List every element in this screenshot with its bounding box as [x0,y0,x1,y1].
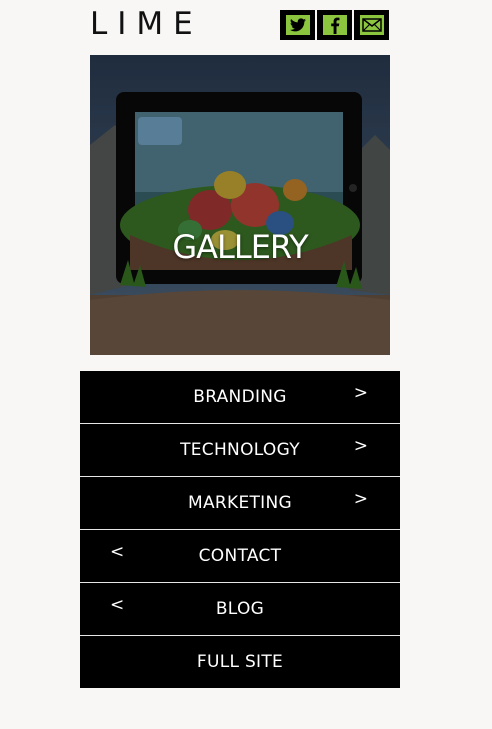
nav-item-marketing[interactable]: MARKETING > [80,477,400,530]
nav-item-blog[interactable]: < BLOG [80,583,400,636]
mail-icon [359,15,384,35]
facebook-icon [322,15,347,35]
chevron-right-icon: > [353,383,368,403]
nav-item-label: CONTACT [198,546,282,566]
nav-item-label: TECHNOLOGY [180,440,300,460]
logo[interactable]: LIME [90,6,203,42]
chevron-right-icon: > [353,489,368,509]
twitter-icon [285,15,310,35]
nav-item-label: MARKETING [188,493,292,513]
social-links [280,10,389,40]
nav-item-label: FULL SITE [196,652,284,672]
gallery-title: GALLERY [172,228,308,266]
nav-item-label: BLOG [215,599,265,619]
nav-item-full-site[interactable]: FULL SITE [80,636,400,688]
nav-item-technology[interactable]: TECHNOLOGY > [80,424,400,477]
gallery-hero-image [90,55,390,355]
nav-item-contact[interactable]: < CONTACT [80,530,400,583]
nav-item-branding[interactable]: BRANDING > [80,371,400,424]
main-nav: BRANDING > TECHNOLOGY > MARKETING > < CO… [80,371,400,688]
twitter-button[interactable] [280,10,315,40]
chevron-left-icon: < [110,542,125,562]
mail-button[interactable] [354,10,389,40]
chevron-left-icon: < [110,595,125,615]
chevron-right-icon: > [353,436,368,456]
facebook-button[interactable] [317,10,352,40]
nav-item-label: BRANDING [193,387,287,407]
gallery-hero[interactable]: GALLERY [90,55,390,355]
page: LIME GALLERY BRANDING > TECHNOLOGY > MAR… [0,0,492,729]
